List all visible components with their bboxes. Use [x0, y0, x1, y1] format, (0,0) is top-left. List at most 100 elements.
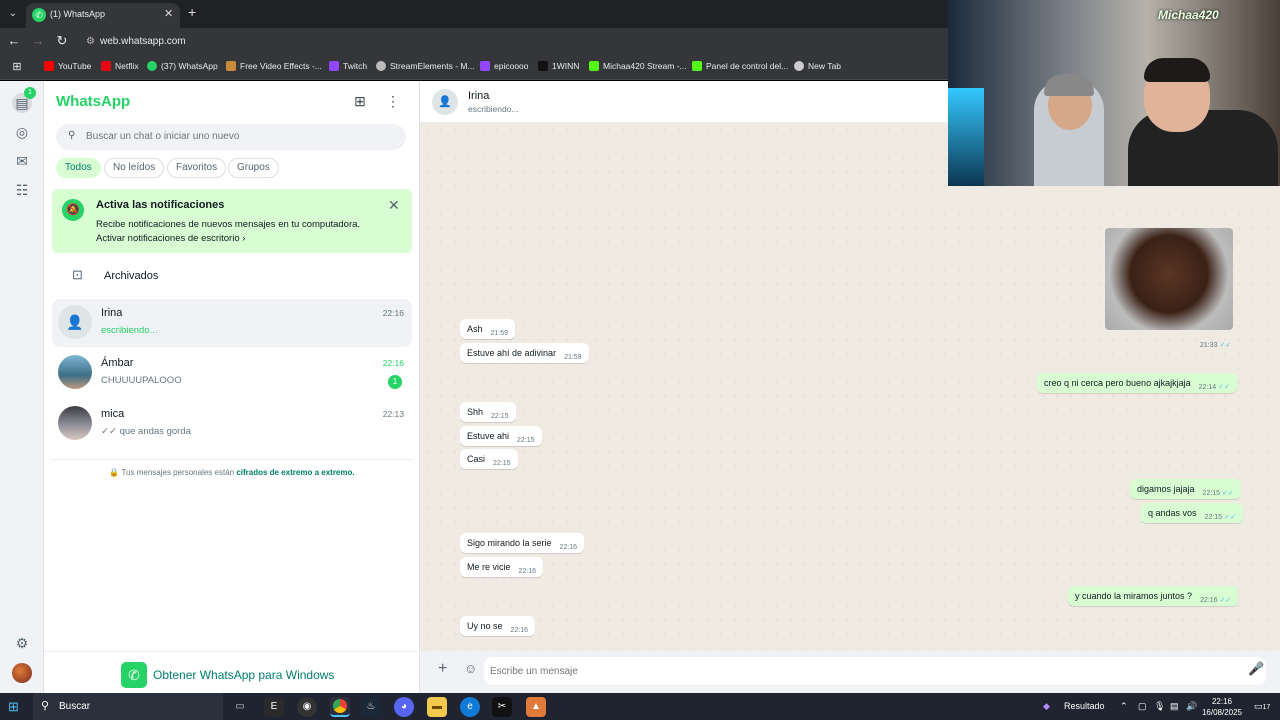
chat-name: Irina [101, 307, 123, 319]
tab-search-chevron-icon[interactable]: ⌄ [4, 5, 22, 23]
bell-off-icon: 🔕 [62, 199, 84, 221]
filter-no-leidos[interactable]: No leídos [104, 158, 165, 178]
chat-name: mica [101, 408, 125, 420]
bookmark-panel-de-control[interactable]: Panel de control del... [692, 61, 788, 71]
emoji-sticker-icon[interactable]: ☺ [464, 661, 477, 676]
volume-icon[interactable]: 🔊 [1186, 701, 1197, 712]
e2e-notice: 🔒 Tus mensajes personales están cifrados… [109, 468, 355, 477]
filter-grupos[interactable]: Grupos [228, 158, 279, 178]
chat-preview: escribiendo... [101, 325, 158, 336]
file-explorer-icon[interactable]: ▬ [427, 697, 447, 717]
app-title: WhatsApp [56, 93, 131, 110]
steam-icon[interactable]: ♨ [361, 697, 381, 717]
url-field[interactable]: ⚙ web.whatsapp.com [86, 33, 986, 51]
windows-taskbar: ⊞ ⚲ Buscar ▭ E ◉ ♨ ◕ ▬ e ✂ ▲ ◆ Resultado… [0, 693, 1280, 720]
bookmark-youtube[interactable]: YouTube [44, 61, 91, 71]
get-windows-app-bar[interactable]: ✆ Obtener WhatsApp para Windows [44, 651, 420, 693]
mic-tray-icon[interactable]: 🎙 [1154, 701, 1165, 712]
bookmark-twitch[interactable]: Twitch [329, 61, 367, 71]
cap-image [1044, 74, 1094, 96]
clock-time: 22:16 [1211, 697, 1233, 706]
chevron-right-icon: › [242, 233, 246, 244]
bookmark-1winn[interactable]: 1WINN [538, 61, 579, 71]
menu-kebab-icon[interactable]: ⋮ [384, 93, 402, 110]
clock-date: 16/08/2025 [1201, 708, 1243, 717]
twitch-icon [480, 61, 490, 71]
chrome-icon[interactable] [330, 697, 350, 717]
tray-chevron-up-icon[interactable]: ⌃ [1120, 701, 1128, 712]
bookmark-whatsapp[interactable]: (37) WhatsApp [147, 61, 218, 71]
e2e-link[interactable]: cifrados de extremo a extremo. [236, 468, 354, 477]
clock[interactable]: 22:16 16/08/2025 [1200, 696, 1244, 718]
chat-item-ambar[interactable]: Ámbar 22:16 CHUUUUPALOOO 1 [52, 349, 412, 397]
taskbar-search-label: Buscar [59, 701, 91, 712]
task-view-icon[interactable]: ▭ [230, 697, 250, 717]
bookmark-michaa420-stream[interactable]: Michaa420 Stream -... [589, 61, 687, 71]
status-icon[interactable]: ◎ [12, 122, 32, 142]
chat-item-irina[interactable]: 👤 Irina 22:16 escribiendo... [52, 299, 412, 347]
pc-case-image [948, 88, 984, 186]
filter-favoritos[interactable]: Favoritos [167, 158, 227, 178]
display-icon[interactable]: ▢ [1138, 701, 1147, 712]
message-bubble: Ash 21:59 [460, 319, 516, 339]
attach-plus-icon[interactable]: + [438, 660, 447, 678]
message-input[interactable] [484, 657, 1266, 685]
capcut-icon[interactable]: ✂ [492, 697, 512, 717]
avatar [58, 355, 92, 389]
default-avatar-icon: 👤 [432, 89, 458, 115]
message-bubble: Estuve ahi 22:15 [460, 426, 542, 446]
reload-icon[interactable]: ↻ [54, 33, 70, 49]
epic-games-icon[interactable]: E [264, 697, 284, 717]
read-ticks-icon: ✓✓ [1219, 597, 1232, 604]
message-bubble: Shh 22:15 [460, 402, 516, 422]
bookmark-free-video-effects[interactable]: Free Video Effects -... [226, 61, 322, 71]
default-avatar-icon: 👤 [58, 305, 92, 339]
close-banner-icon[interactable]: ✕ [388, 197, 400, 214]
windows-start-icon[interactable]: ⊞ [8, 699, 19, 715]
tray-widget-label[interactable]: Resultado [1064, 701, 1105, 711]
bookmark-netflix[interactable]: Netflix [101, 61, 139, 71]
chat-preview: ✓✓ que andas gorda [101, 426, 191, 437]
contact-name: Irina [468, 90, 490, 102]
new-chat-icon[interactable]: ⊞ [351, 93, 369, 110]
new-tab-plus-icon[interactable]: + [188, 4, 196, 20]
network-icon[interactable]: ▤ [1170, 701, 1179, 712]
notifications-icon[interactable]: ▭17 [1254, 701, 1270, 712]
contact-status: escribiendo... [468, 104, 519, 114]
double-check-icon: ✓✓ [101, 426, 117, 437]
archived-row[interactable]: ⊡ Archivados [44, 265, 420, 289]
close-tab-icon[interactable]: ✕ [164, 7, 173, 20]
apps-grid-icon[interactable]: ⊞ [9, 60, 25, 73]
image-message[interactable] [1105, 228, 1233, 330]
settings-gear-icon[interactable]: ⚙ [12, 633, 32, 653]
notification-text: Recibe notificaciones de nuevos mensajes… [96, 219, 361, 230]
avatar [58, 406, 92, 440]
chat-item-mica[interactable]: mica 22:13 ✓✓ que andas gorda [52, 400, 412, 448]
discord-icon[interactable]: ◕ [394, 697, 414, 717]
edge-icon[interactable]: e [460, 697, 480, 717]
bookmark-epicoooo[interactable]: epicoooo [480, 61, 529, 71]
notification-count: 17 [1262, 704, 1271, 711]
widget-icon[interactable]: ◆ [1043, 701, 1050, 712]
bookmark-streamelements[interactable]: StreamElements - M... [376, 61, 475, 71]
taskbar-search[interactable]: ⚲ Buscar [33, 693, 223, 720]
communities-icon[interactable]: ☷ [12, 180, 32, 200]
browser-tab-whatsapp[interactable]: ✆ (1) WhatsApp ✕ [26, 3, 180, 28]
channels-icon[interactable]: ✉ [12, 151, 32, 171]
forward-arrow-icon[interactable]: → [30, 33, 46, 48]
app-icon[interactable]: ▲ [526, 697, 546, 717]
chat-name: Ámbar [101, 357, 134, 369]
enable-notifications-link[interactable]: Activar notificaciones de escritorio › [96, 233, 245, 244]
chat-time: 22:16 [382, 358, 404, 368]
site-info-icon[interactable]: ⚙ [86, 33, 100, 51]
1winn-icon [538, 61, 548, 71]
bookmark-new-tab[interactable]: New Tab [794, 61, 841, 71]
filter-todos[interactable]: Todos [56, 158, 101, 178]
chat-list-panel: WhatsApp ⊞ ⋮ ⚲ Todos No leídos Favoritos… [44, 81, 420, 693]
back-arrow-icon[interactable]: ← [6, 33, 22, 48]
streamer-name: Michaa420 [1158, 8, 1219, 22]
search-input[interactable] [86, 131, 386, 142]
obs-icon[interactable]: ◉ [297, 697, 317, 717]
microphone-icon[interactable]: 🎤 [1248, 661, 1264, 677]
profile-avatar[interactable] [12, 663, 32, 683]
